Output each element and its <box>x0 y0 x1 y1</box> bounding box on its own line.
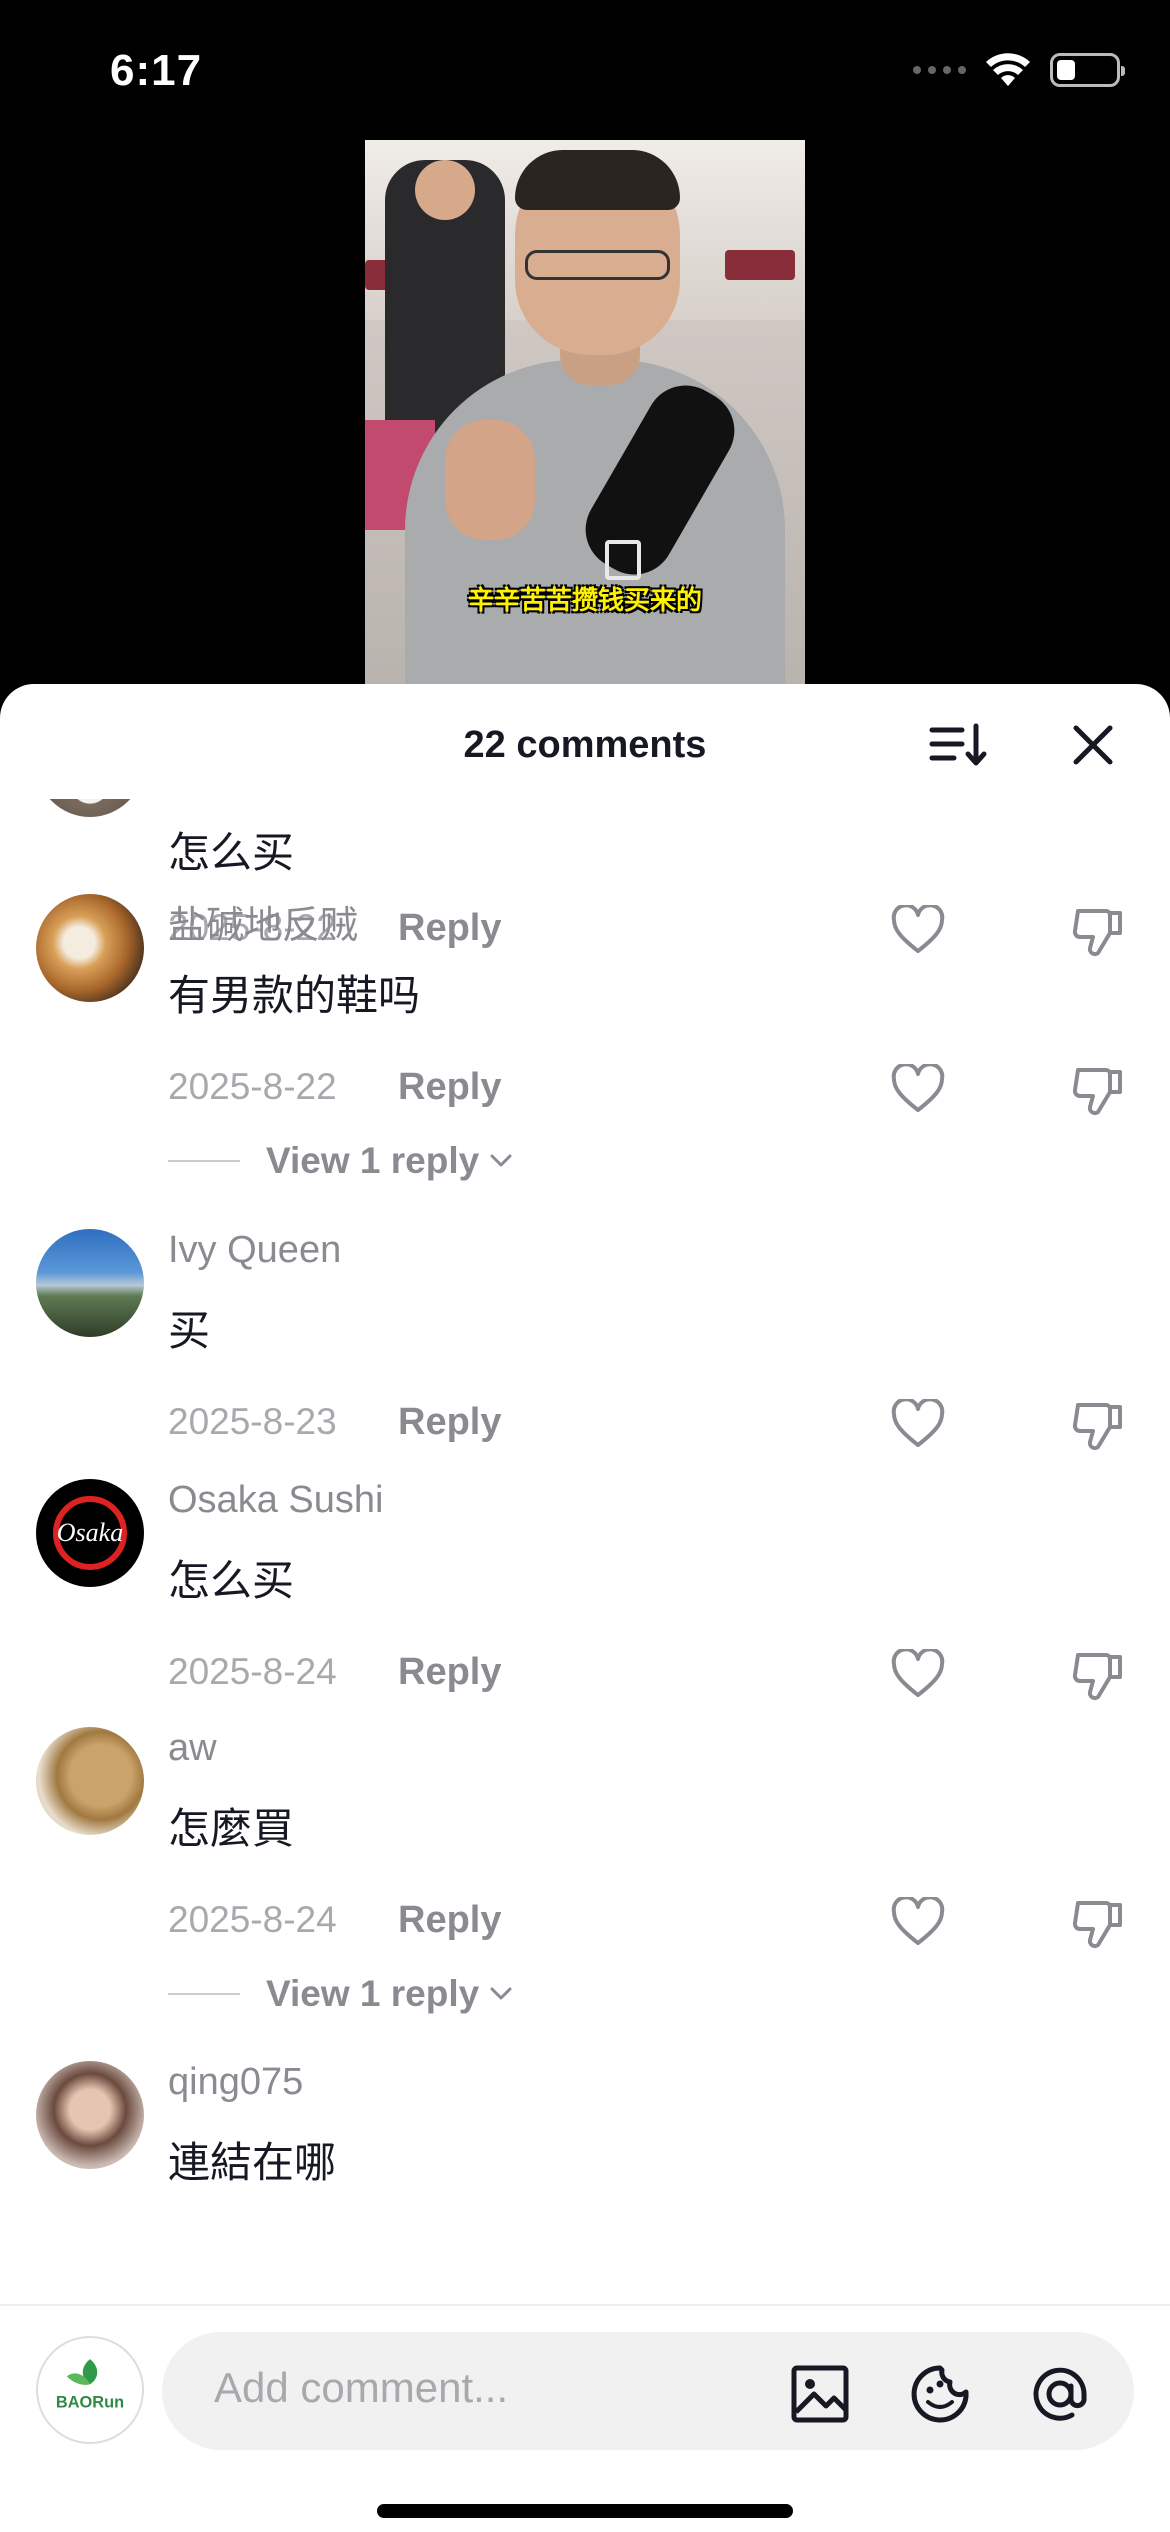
osaka-sushi-logo: Osaka <box>53 1496 127 1570</box>
dislike-icon[interactable] <box>1070 903 1126 959</box>
user-avatar[interactable] <box>36 799 144 817</box>
status-time: 6:17 <box>110 46 203 95</box>
chevron-down-icon <box>490 1154 512 1167</box>
baorun-logo: BAORun <box>56 2359 124 2411</box>
wifi-icon <box>986 53 1030 86</box>
comment-date: 2025-8-23 <box>168 1401 337 1442</box>
my-avatar[interactable]: BAORun <box>36 2336 144 2444</box>
comment-username[interactable]: 盐碱地反贼 <box>168 894 358 949</box>
battery-icon <box>1050 53 1125 87</box>
image-icon[interactable] <box>788 2362 852 2426</box>
comments-header: 22 comments <box>0 684 1170 799</box>
dislike-icon[interactable] <box>1070 1062 1126 1118</box>
dislike-icon[interactable] <box>1070 1647 1126 1703</box>
reply-button[interactable]: Reply <box>398 1066 501 1109</box>
comment-input-bar: BAORun Add comment... <box>0 2304 1170 2532</box>
reply-button[interactable]: Reply <box>398 1899 501 1942</box>
comment-username[interactable]: Osaka Sushi <box>168 1479 383 1522</box>
dislike-icon[interactable] <box>1070 1397 1126 1453</box>
chevron-down-icon <box>490 1987 512 2000</box>
like-heart-icon[interactable] <box>890 1399 946 1449</box>
reply-button[interactable]: Reply <box>398 1651 501 1694</box>
home-indicator <box>377 2504 793 2518</box>
comment-text: 怎麼買 <box>168 1804 295 1853</box>
like-heart-icon[interactable] <box>890 1649 946 1699</box>
close-icon[interactable] <box>1068 720 1118 770</box>
comment-text: 买 <box>168 1306 211 1355</box>
osaka-logo-text: Osaka <box>57 1518 123 1547</box>
mention-icon[interactable] <box>1028 2362 1092 2426</box>
cellular-signal-icon <box>913 66 966 74</box>
comment-date: 2025-8-24 <box>168 1899 337 1940</box>
user-avatar[interactable] <box>36 894 144 1002</box>
like-heart-icon[interactable] <box>890 1064 946 1114</box>
reply-button[interactable]: Reply <box>398 907 501 950</box>
comment-username[interactable]: Ivy Queen <box>168 1229 341 1272</box>
comment-input[interactable]: Add comment... <box>162 2332 1134 2450</box>
comments-list[interactable]: 怎么买 2025-8-22 Reply 盐碱地反贼 有男款的鞋吗 2025-8-… <box>0 799 1170 2299</box>
like-heart-icon[interactable] <box>890 905 946 955</box>
comment-username[interactable]: aw <box>168 1727 217 1770</box>
video-player[interactable]: 辛辛苦苦攒钱买来的 <box>365 140 805 685</box>
comment-text: 連結在哪 <box>168 2138 337 2187</box>
comment-text: 怎么买 <box>168 1556 295 1605</box>
view-replies-label: View 1 reply <box>266 1140 480 1181</box>
divider-line <box>168 1993 240 1995</box>
like-heart-icon[interactable] <box>890 1897 946 1947</box>
comment-text: 怎么买 <box>168 828 295 877</box>
baorun-logo-text: BAORun <box>56 2393 124 2411</box>
comments-count-title: 22 comments <box>463 724 707 766</box>
comment-date: 2025-8-24 <box>168 1651 337 1692</box>
user-avatar[interactable] <box>36 2061 144 2169</box>
view-replies-button[interactable]: View 1 reply <box>168 1973 513 2015</box>
user-avatar[interactable] <box>36 1727 144 1835</box>
divider-line <box>168 1160 240 1162</box>
status-icons <box>913 52 1125 88</box>
comments-sheet: 22 comments 怎么买 2025-8-22 Reply 盐碱地反贼 有男… <box>0 684 1170 2532</box>
comment-text: 有男款的鞋吗 <box>168 971 421 1020</box>
user-avatar[interactable] <box>36 1229 144 1337</box>
comment-input-placeholder: Add comment... <box>214 2364 509 2411</box>
reply-button[interactable]: Reply <box>398 1401 501 1444</box>
video-subtitle: 辛辛苦苦攒钱买来的 <box>467 585 702 615</box>
sticker-icon[interactable] <box>908 2362 972 2426</box>
view-replies-button[interactable]: View 1 reply <box>168 1140 513 1182</box>
comment-date: 2025-8-22 <box>168 1066 337 1107</box>
view-replies-label: View 1 reply <box>266 1973 480 2014</box>
user-avatar[interactable]: Osaka <box>36 1479 144 1587</box>
dislike-icon[interactable] <box>1070 1895 1126 1951</box>
comment-username[interactable]: qing075 <box>168 2061 303 2104</box>
sort-icon[interactable] <box>928 720 988 770</box>
